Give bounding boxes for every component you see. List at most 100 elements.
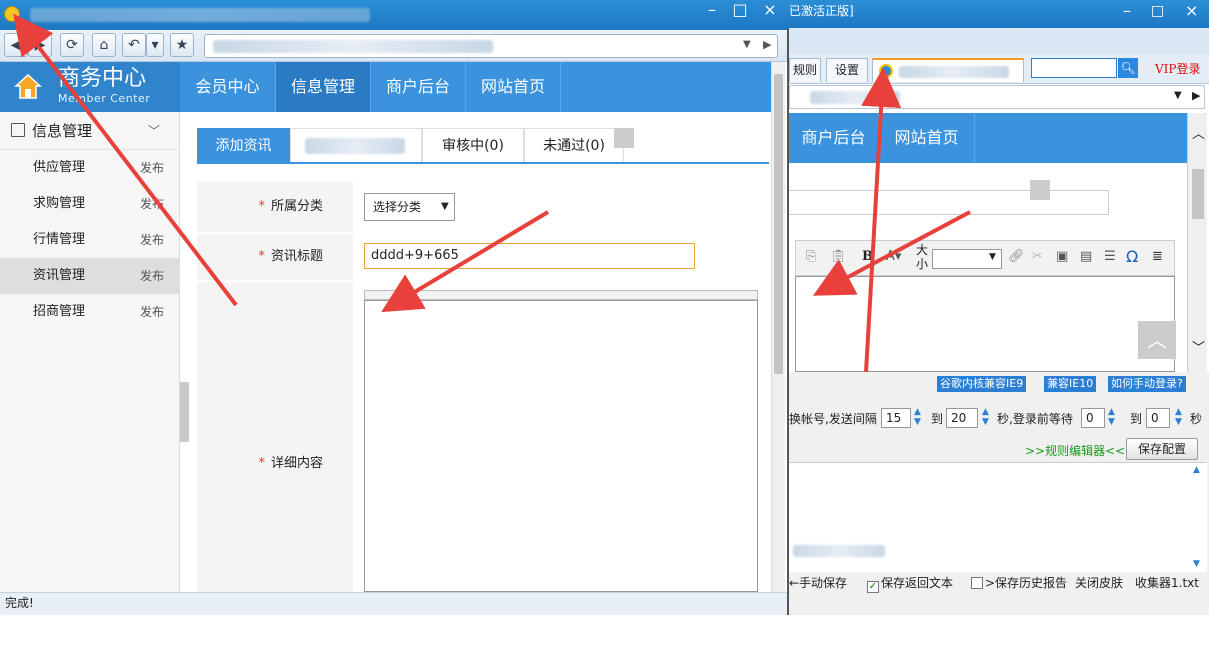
forward-arrow-icon[interactable]: ▶ [28, 33, 52, 57]
interval-from-input[interactable]: 15 [881, 408, 911, 428]
content-label-cell: * 详细内容 [197, 282, 353, 592]
nav-merchant-backend[interactable]: 商户后台 [371, 62, 466, 112]
save-config-button[interactable]: 保存配置 [1126, 438, 1198, 460]
scroll-thumb[interactable] [1192, 169, 1204, 219]
sidebar-item-market[interactable]: 行情管理 发布 [0, 222, 180, 258]
nav-homepage[interactable]: 网站首页 [466, 62, 561, 112]
star-icon[interactable]: ★ [170, 33, 194, 57]
log-area[interactable]: ▲ ▼ [789, 462, 1207, 572]
omega-icon[interactable]: Ω [1126, 247, 1138, 266]
go-icon[interactable]: ▶ [1192, 89, 1200, 102]
stepper-icon[interactable]: ▲ ▼ [1175, 407, 1182, 427]
dropdown-icon[interactable]: ▾ [146, 33, 164, 57]
sidebar-collapse-handle[interactable] [180, 382, 189, 442]
tab-browser[interactable] [872, 58, 1024, 82]
back-to-top-button[interactable]: ︿ [1138, 321, 1176, 359]
title-label-cell: * 资讯标题 [197, 234, 353, 280]
copy-icon[interactable]: ⎘ [806, 249, 816, 264]
vip-login-link[interactable]: VIP登录 [1155, 60, 1200, 77]
tab-blurred[interactable] [290, 128, 422, 162]
tab-settings[interactable]: 设置 [826, 58, 868, 82]
stepper-icon[interactable]: ▲ ▼ [982, 407, 989, 427]
unlink-icon[interactable]: ✂ [1032, 249, 1043, 264]
address-bar[interactable]: ▼ ▶ [204, 34, 778, 58]
checkbox-icon [971, 577, 983, 589]
right-search-input[interactable] [1031, 58, 1117, 78]
close-skin-link[interactable]: 关闭皮肤 [1075, 574, 1123, 592]
content-editor[interactable] [364, 300, 758, 592]
nav-homepage[interactable]: 网站首页 [879, 113, 975, 163]
stepper-icon[interactable]: ▲ ▼ [914, 407, 921, 427]
chevron-down-icon[interactable]: ▼ [743, 39, 751, 50]
rule-editor-link[interactable]: >>规则编辑器<< [1025, 442, 1125, 459]
minimize-button[interactable]: – [1123, 0, 1131, 22]
publish-link[interactable]: 发布 [140, 222, 164, 258]
search-icon[interactable]: 🔍︎ [1118, 58, 1138, 78]
maximize-button[interactable]: □ [1151, 0, 1164, 22]
publish-link[interactable]: 发布 [140, 186, 164, 222]
refresh-icon[interactable]: ⟳ [60, 33, 84, 57]
tab-rejected[interactable]: 未通过(0) [524, 128, 624, 162]
stepper-icon[interactable]: ▲ ▼ [1108, 407, 1115, 427]
publish-link[interactable]: 发布 [140, 294, 164, 330]
undo-icon[interactable]: ↶ [122, 33, 146, 57]
right-content-editor[interactable] [795, 276, 1175, 372]
sidebar-heading[interactable]: 信息管理 ﹀ [0, 112, 180, 150]
home-icon[interactable]: ⌂ [92, 33, 116, 57]
publish-link[interactable]: 发布 [140, 150, 164, 186]
nav-info-management[interactable]: 信息管理 [276, 62, 371, 112]
font-size-select[interactable]: ▼ [932, 249, 1002, 269]
badge-chrome-ie9[interactable]: 谷歌内核兼容IE9 [937, 376, 1027, 392]
chevron-down-icon: ▼ [441, 201, 449, 212]
sidebar-item-supply[interactable]: 供应管理 发布 [0, 150, 180, 186]
badge-ie10[interactable]: 兼容IE10 [1044, 376, 1097, 392]
chevron-up-icon[interactable]: ︿ [1192, 123, 1205, 142]
chevron-up-icon[interactable]: ▲ [1193, 465, 1200, 475]
link-icon[interactable]: 🔗︎ [1008, 249, 1025, 264]
manual-save-link[interactable]: ←手动保存 [789, 574, 847, 592]
sidebar-item-investment[interactable]: 招商管理 发布 [0, 294, 180, 330]
title-input[interactable]: dddd+9+665 [364, 243, 695, 269]
nav-merchant-backend[interactable]: 商户后台 [789, 113, 879, 163]
collector-link[interactable]: 收集器1.txt [1135, 574, 1199, 592]
maximize-button[interactable]: □ [726, 0, 754, 22]
chevron-down-icon[interactable]: ▼ [1174, 90, 1182, 101]
wait-from-input[interactable]: 0 [1081, 408, 1105, 428]
tab-under-review[interactable]: 审核中(0) [422, 128, 524, 162]
sidebar-item-news[interactable]: 资讯管理 发布 [0, 258, 180, 294]
sidebar-item-purchase[interactable]: 求购管理 发布 [0, 186, 180, 222]
chevron-down-icon[interactable]: ▼ [1193, 559, 1200, 569]
paste-icon[interactable]: 📋︎ [830, 249, 847, 264]
nav-member-center[interactable]: 会员中心 [180, 62, 276, 112]
category-select[interactable]: 选择分类 ▼ [364, 193, 455, 221]
close-button[interactable]: × [1185, 0, 1198, 22]
close-button[interactable]: × [756, 0, 784, 22]
minimize-button[interactable]: – [698, 0, 726, 22]
right-window-titlebar: 已激活正版] – □ × [787, 0, 1209, 28]
chevron-down-icon[interactable]: ﹀ [1192, 337, 1205, 356]
tab-rules[interactable]: 规则 [789, 58, 821, 82]
go-icon[interactable]: ▶ [763, 38, 771, 51]
right-address-bar[interactable]: ▼ ▶ [789, 85, 1205, 109]
scroll-thumb[interactable] [774, 74, 783, 374]
scrollbar[interactable] [771, 62, 785, 592]
save-history-checkbox[interactable]: >保存历史报告 [971, 574, 1067, 592]
publish-link[interactable]: 发布 [140, 258, 164, 294]
interval-to-input[interactable]: 20 [946, 408, 978, 428]
bold-icon[interactable]: B [862, 249, 873, 264]
right-title-input[interactable] [789, 190, 1109, 215]
logo[interactable]: 商务中心 Member Center [0, 62, 180, 112]
font-color-icon[interactable]: A▾ [886, 249, 901, 264]
hr-icon[interactable]: ☰ [1104, 249, 1116, 264]
right-scrollbar[interactable]: ︿ ﹀ [1187, 113, 1207, 373]
wait-to-input[interactable]: 0 [1146, 408, 1170, 428]
tab-add-news[interactable]: 添加资讯 [197, 128, 290, 162]
media-icon[interactable]: ▤ [1080, 249, 1092, 264]
align-icon[interactable]: ≣ [1152, 249, 1163, 264]
house-icon [14, 72, 42, 100]
back-arrow-icon[interactable]: ◀ [4, 33, 28, 57]
window-title-blurred [30, 8, 370, 22]
badge-manual-login[interactable]: 如何手动登录? [1108, 376, 1186, 392]
image-icon[interactable]: ▣ [1056, 249, 1068, 264]
save-return-checkbox[interactable]: ✓ 保存返回文本 [867, 574, 953, 593]
